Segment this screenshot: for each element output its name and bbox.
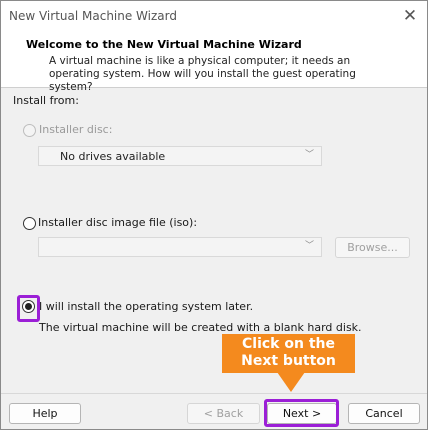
help-button[interactable]: Help xyxy=(9,403,81,424)
chevron-down-icon: ﹀ xyxy=(305,241,315,251)
back-button[interactable]: < Back xyxy=(187,403,260,424)
header-title: Welcome to the New Virtual Machine Wizar… xyxy=(26,38,302,51)
footer-divider xyxy=(1,393,427,394)
next-highlight-box xyxy=(264,399,339,427)
install-later-label: I will install the operating system late… xyxy=(39,300,254,313)
chevron-down-icon: ﹀ xyxy=(305,150,315,160)
install-later-note: The virtual machine will be created with… xyxy=(39,321,362,334)
window-title: New Virtual Machine Wizard xyxy=(9,9,177,23)
callout-next-hint: Click on the Next button xyxy=(222,334,355,373)
cancel-button[interactable]: Cancel xyxy=(348,403,420,424)
new-vm-wizard-window: New Virtual Machine Wizard ✕ Welcome to … xyxy=(0,0,428,430)
installer-disc-dropdown-value: No drives available xyxy=(60,150,166,163)
iso-image-radio[interactable] xyxy=(23,217,36,230)
wizard-header: Welcome to the New Virtual Machine Wizar… xyxy=(1,32,427,93)
header-description: A virtual machine is like a physical com… xyxy=(49,55,356,93)
iso-image-label: Installer disc image file (iso): xyxy=(38,216,198,229)
close-icon[interactable]: ✕ xyxy=(399,5,421,27)
radio-highlight-box xyxy=(17,295,40,322)
install-from-label: Install from: xyxy=(13,94,79,107)
iso-path-dropdown[interactable]: ﹀ xyxy=(38,237,322,257)
browse-button[interactable]: Browse... xyxy=(335,237,410,258)
installer-disc-dropdown[interactable]: No drives available ﹀ xyxy=(38,146,322,166)
title-bar: New Virtual Machine Wizard ✕ xyxy=(1,1,427,32)
installer-disc-radio[interactable] xyxy=(23,124,36,137)
callout-arrow xyxy=(277,372,305,392)
installer-disc-label: Installer disc: xyxy=(39,123,113,136)
